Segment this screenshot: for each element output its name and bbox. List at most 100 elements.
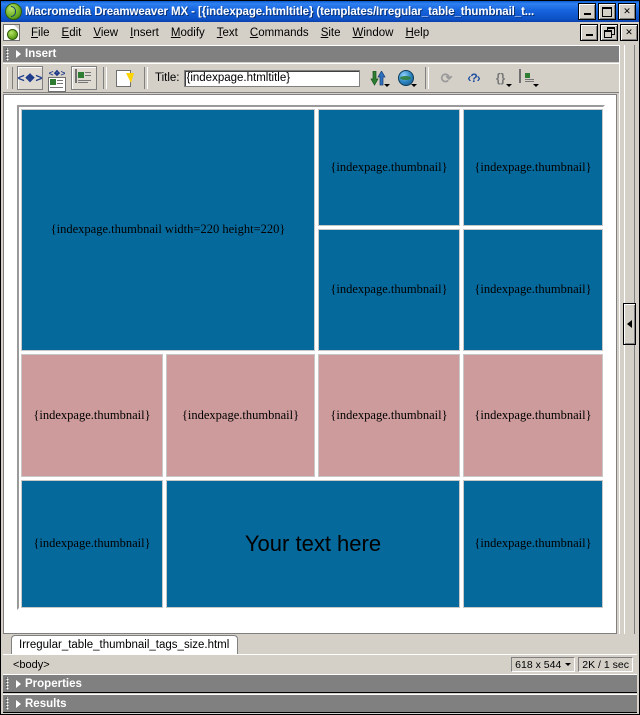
table-cell-thumbnail[interactable]: {indexpage.thumbnail} — [166, 354, 315, 477]
menu-item-text[interactable]: Text — [211, 25, 244, 41]
menu-item-commands[interactable]: Commands — [244, 25, 315, 41]
menu-rest: ite — [328, 26, 341, 39]
toolbar-separator — [103, 67, 107, 89]
table-cell-thumbnail-large[interactable]: {indexpage.thumbnail width=220 height=22… — [21, 109, 315, 351]
triangle-right-icon[interactable] — [16, 679, 21, 688]
status-bar: <body> 618 x 544 2K / 1 sec — [3, 654, 637, 674]
live-data-view-button[interactable] — [112, 66, 138, 90]
drag-grip-icon[interactable] — [5, 677, 12, 690]
menu-rest: indow — [363, 26, 394, 39]
view-options-button[interactable] — [514, 66, 541, 90]
chevron-down-icon[interactable] — [505, 84, 512, 87]
window-controls: ✕ — [578, 3, 637, 20]
dreamweaver-window: Macromedia Dreamweaver MX - [{indexpage.… — [0, 0, 640, 715]
drag-grip-icon[interactable] — [5, 47, 12, 61]
show-design-view-icon — [75, 68, 93, 87]
menu-rest: iew — [100, 26, 119, 39]
design-view-canvas[interactable]: {indexpage.thumbnail width=220 height=22… — [3, 94, 617, 634]
menu-item-help[interactable]: Help — [399, 25, 435, 41]
reference-button[interactable]: ‹?› — [460, 66, 487, 90]
dreamweaver-icon — [5, 3, 22, 20]
document-close-button[interactable]: ✕ — [620, 24, 638, 41]
panel-splitter — [619, 45, 638, 634]
menu-item-site[interactable]: Site — [315, 25, 347, 41]
refresh-design-view-button[interactable]: ⟳ — [433, 66, 460, 90]
document-minimize-button[interactable] — [580, 24, 598, 41]
chevron-down-icon[interactable] — [410, 84, 417, 87]
chevron-down-icon[interactable] — [565, 663, 572, 666]
triangle-right-icon[interactable] — [16, 50, 21, 58]
drag-grip-icon[interactable] — [5, 697, 12, 710]
minimize-button[interactable] — [578, 3, 596, 20]
table-cell-thumbnail[interactable]: {indexpage.thumbnail} — [463, 354, 603, 477]
results-panel-header[interactable]: Results — [3, 694, 637, 713]
code-navigation-button[interactable]: {} — [487, 66, 514, 90]
status-bar-right: 618 x 544 2K / 1 sec — [511, 657, 633, 672]
page-body: {indexpage.thumbnail width=220 height=22… — [13, 103, 609, 615]
document-icon[interactable] — [3, 24, 20, 41]
refresh-design-view-icon: ⟳ — [440, 70, 453, 86]
document-toolbar: <❖> <❖> Title: {indexpage.htmltitle} ⟳ ‹… — [3, 63, 637, 93]
page-title-input[interactable] — [183, 69, 360, 87]
menu-accel: W — [352, 26, 364, 39]
maximize-button[interactable] — [598, 3, 616, 20]
window-size-selector[interactable]: 618 x 544 — [511, 657, 576, 672]
menu-accel: F — [31, 26, 39, 39]
menu-item-edit[interactable]: Edit — [56, 25, 88, 41]
close-button[interactable]: ✕ — [618, 3, 636, 20]
properties-panel-label: Properties — [25, 677, 82, 690]
menu-rest: dit — [69, 26, 82, 39]
menu-item-modify[interactable]: Modify — [165, 25, 211, 41]
toolbar-separator — [424, 67, 429, 89]
menu-rest: ommands — [258, 26, 309, 39]
document-tab[interactable]: Irregular_table_thumbnail_tags_size.html — [11, 635, 239, 654]
document-restore-button[interactable] — [600, 24, 618, 41]
toolbar-grip-icon[interactable] — [7, 67, 13, 89]
file-management-button[interactable] — [363, 66, 392, 90]
live-data-view-icon — [116, 69, 134, 87]
properties-panel-header[interactable]: Properties — [3, 674, 637, 693]
menu-bar: File Edit View Insert Modify Text Comman… — [1, 22, 639, 43]
download-size-indicator: 2K / 1 sec — [578, 657, 633, 672]
title-bar: Macromedia Dreamweaver MX - [{indexpage.… — [1, 1, 639, 22]
reference-code-icon: ‹?› — [467, 71, 480, 85]
show-code-view-icon: <❖> — [17, 71, 43, 85]
menu-accel: V — [93, 26, 101, 39]
title-field-label: Title: — [155, 72, 180, 84]
chevron-down-icon[interactable] — [532, 84, 539, 87]
chevron-down-icon[interactable] — [383, 84, 390, 87]
layout-table[interactable]: {indexpage.thumbnail width=220 height=22… — [17, 105, 605, 610]
show-code-and-design-views-icon: <❖> — [48, 69, 66, 92]
collapse-panel-button[interactable] — [623, 303, 636, 345]
menu-item-insert[interactable]: Insert — [124, 25, 165, 41]
table-cell-thumbnail[interactable]: {indexpage.thumbnail} — [21, 354, 163, 477]
triangle-right-icon[interactable] — [16, 699, 21, 708]
table-cell-your-text-here[interactable]: Your text here — [166, 480, 460, 608]
show-code-view-button[interactable]: <❖> — [17, 66, 43, 90]
window-size-value: 618 x 544 — [515, 658, 562, 671]
menu-rest: ext — [222, 26, 238, 39]
tag-selector[interactable]: <body> — [13, 659, 50, 671]
collapse-panel-arrow-icon — [627, 320, 632, 328]
toolbar-separator — [144, 67, 148, 89]
preview-in-browser-button[interactable] — [392, 66, 419, 90]
show-code-and-design-views-button[interactable]: <❖> — [44, 66, 70, 92]
menu-rest: elp — [413, 26, 430, 39]
menu-item-file[interactable]: File — [25, 25, 56, 41]
show-design-view-button[interactable] — [71, 66, 97, 90]
table-cell-thumbnail[interactable]: {indexpage.thumbnail} — [463, 229, 603, 351]
insert-panel-header[interactable]: Insert — [3, 45, 637, 62]
table-cell-thumbnail[interactable]: {indexpage.thumbnail} — [21, 480, 163, 608]
table-cell-thumbnail[interactable]: {indexpage.thumbnail} — [463, 480, 603, 608]
menu-item-view[interactable]: View — [87, 25, 124, 41]
menu-item-window[interactable]: Window — [347, 25, 400, 41]
menu-accel: H — [405, 26, 414, 39]
document-tab-strip: Irregular_table_thumbnail_tags_size.html — [3, 635, 637, 655]
table-cell-thumbnail[interactable]: {indexpage.thumbnail} — [318, 354, 460, 477]
table-cell-thumbnail[interactable]: {indexpage.thumbnail} — [318, 109, 460, 226]
menu-rest: ile — [38, 26, 50, 39]
table-cell-thumbnail[interactable]: {indexpage.thumbnail} — [318, 229, 460, 351]
download-size-value: 2K / 1 sec — [582, 658, 629, 671]
table-cell-thumbnail[interactable]: {indexpage.thumbnail} — [463, 109, 603, 226]
document-window-controls: ✕ — [580, 24, 639, 41]
